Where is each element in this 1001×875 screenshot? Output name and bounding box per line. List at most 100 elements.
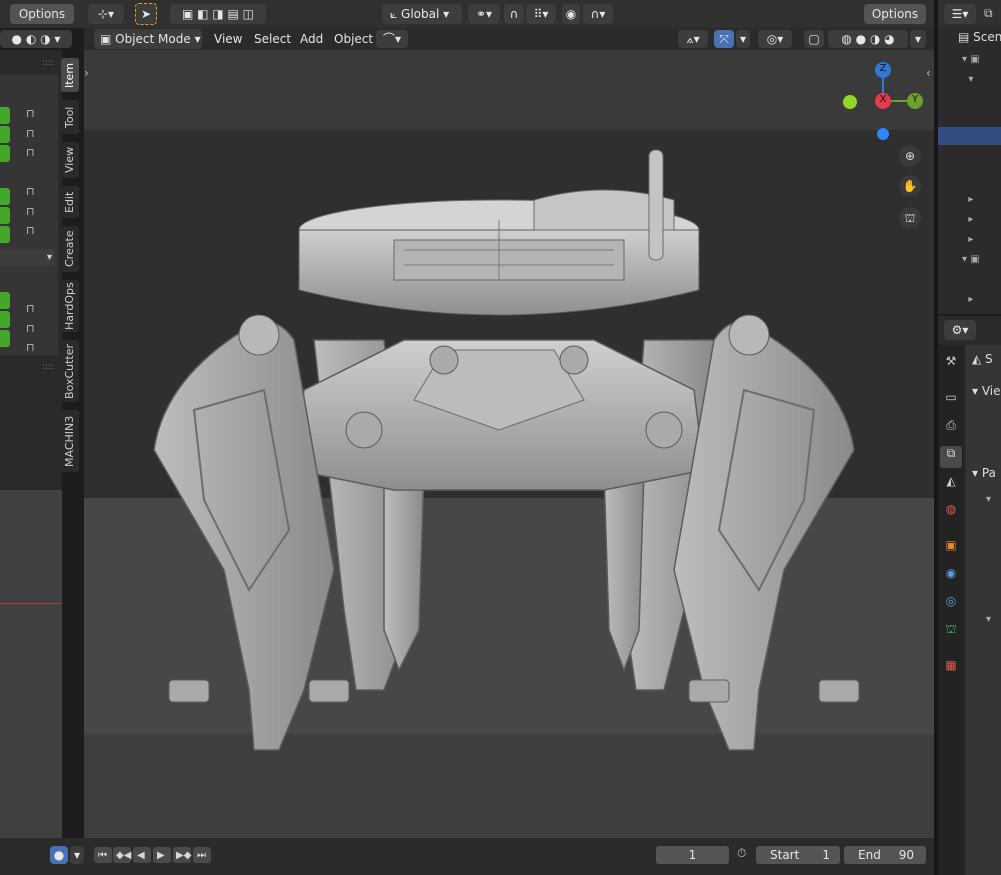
proportional-edit-button[interactable]: ◉ [562,4,580,24]
location-y-field[interactable] [0,126,10,143]
jump-start-button[interactable]: ⏮ [94,847,112,863]
menu-object[interactable]: Object [334,30,373,48]
tab-create[interactable]: Create [61,226,79,272]
list-icon: ☰▾ [951,7,969,21]
snap-target-button[interactable]: ⠿▾ [526,4,556,24]
object-tab-icon[interactable]: ▣ [940,538,962,560]
shading-mode-icons: ◍ ● ◑ ◕ [841,32,895,46]
pan-button[interactable]: ✋ [899,175,921,197]
curve-icon: ⌒▾ [382,32,402,46]
viewport-3d[interactable]: › ‹ Z X Y ⊕ ✋ ⛫ [84,50,934,838]
camera-icon: ⛫ [904,211,916,225]
options-left-button[interactable]: Options [10,4,74,24]
camera-view-button[interactable]: ⛫ [899,207,921,229]
object-data-tab-icon[interactable]: ⛫ [940,622,962,644]
scene-props-icon: ◭ [972,352,986,366]
panel-drag-handle-2[interactable]: :::: [42,362,54,372]
x-axis-line [0,603,62,604]
next-keyframe-button[interactable]: ▶◆ [173,847,191,863]
end-frame-field[interactable]: End 90 [844,846,926,864]
orientation-dropdown[interactable]: ⟀ Global ▾ [382,4,462,24]
orientation-value: Global [401,7,440,21]
gizmo-toggle[interactable]: ⤧ [714,30,734,48]
auto-keying-toggle[interactable]: ● [50,846,68,864]
properties-editor-type[interactable]: ⚙▾ [944,320,976,340]
tab-item[interactable]: Item [61,58,79,92]
tab-view[interactable]: View [61,142,79,178]
gizmo-neg-z-circle[interactable] [877,128,889,140]
section-passes[interactable]: ▾ Pa [972,466,996,480]
zoom-button[interactable]: ⊕ [899,145,921,167]
object-mode-dropdown[interactable]: ▣ Object Mode ▾ [94,29,202,49]
keying-menu[interactable]: ▾ [70,846,84,864]
sidebar-viewport-ground [0,490,62,838]
hand-icon: ✋ [902,179,918,193]
outliner-scene-row[interactable]: ▤ Scen [958,30,1001,44]
transform-pivot-button[interactable]: ⊹▾ [88,4,124,24]
select-tool-button[interactable]: ➤ [135,3,157,25]
select-mode-buttons[interactable]: ▣ ◧ ◨ ▤ ◫ [170,4,266,24]
scene-collection-icon: ▤ [958,30,974,44]
object-mode-label: Object Mode [115,32,191,46]
shading-buttons-left[interactable]: ● ◐ ◑ ▾ [0,30,72,48]
start-frame-field[interactable]: Start 1 [756,846,840,864]
view-transform-button[interactable]: ⟑▾ [678,30,708,48]
texture-tab-icon[interactable]: ▦ [940,658,962,680]
section-view-label: Vie [981,384,1001,398]
jump-end-button[interactable]: ⏭ [193,847,211,863]
viewport-shading-buttons[interactable]: ◍ ● ◑ ◕ [828,30,908,48]
scale-x-field[interactable] [0,292,10,309]
prev-keyframe-button[interactable]: ◆◀ [113,847,131,863]
navigation-gizmo[interactable] [834,60,934,160]
options-right-button[interactable]: Options [864,4,926,24]
properties-row-1-label: S [985,352,993,366]
gizmo-icon: ⤧ [719,32,729,46]
outliner-editor-type[interactable]: ☰▾ [944,4,976,24]
rotation-y-field[interactable] [0,207,10,224]
pivot-point-button[interactable]: ⚭▾ [468,4,500,24]
current-frame-field[interactable]: 1 [656,846,729,864]
world-tab-icon[interactable]: ◍ [940,502,962,524]
object-type-button[interactable]: ⌒▾ [376,30,408,48]
snap-toggle[interactable]: ∩ [504,4,524,24]
modifier-tab-icon[interactable]: ◉ [940,566,962,588]
location-z-field[interactable] [0,145,10,162]
scene-tab-icon[interactable]: ◭ [940,474,962,496]
location-x-field[interactable] [0,107,10,124]
shading-options-button[interactable]: ▾ [910,30,926,48]
menu-view[interactable]: View [214,30,242,48]
physics-tab-icon[interactable]: ◎ [940,594,962,616]
scale-z-field[interactable] [0,330,10,347]
spider-mech-model[interactable] [84,50,934,838]
output-tab-icon[interactable]: ⎙ [940,418,962,440]
object-mode-icon: ▣ [100,32,116,46]
tool-tab-icon[interactable]: ⚒ [940,354,962,376]
tab-tool[interactable]: Tool [61,100,79,134]
tab-machin3[interactable]: MACHIN3 [61,410,79,472]
gizmo-menu[interactable]: ▾ [736,30,750,48]
menu-add[interactable]: Add [300,30,323,48]
panel-drag-handle[interactable]: :::: [42,58,54,68]
gizmo-neg-y-circle[interactable] [843,95,857,109]
stopwatch-icon[interactable]: ⏱ [737,846,746,861]
orientation-icon: ⟀ [390,7,402,21]
outliner-filter-icon[interactable]: ⧉ [984,6,993,21]
scale-y-field[interactable] [0,311,10,328]
rotation-x-field[interactable] [0,188,10,205]
overlay-toggle[interactable]: ◎▾ [758,30,792,48]
play-reverse-icon: ◀ [137,850,145,861]
section-view[interactable]: ▾ Vie [972,384,1001,398]
menu-select[interactable]: Select [254,30,291,48]
tab-boxcutter[interactable]: BoxCutter [61,340,79,402]
view-layer-tab-icon[interactable]: ⧉ [940,446,962,468]
play-reverse-button[interactable]: ◀ [133,847,151,863]
falloff-button[interactable]: ∩▾ [583,4,613,24]
tab-hardops[interactable]: HardOps [61,280,79,332]
pivot-icon: ⊹▾ [97,7,115,21]
xray-toggle[interactable]: ▢ [804,30,824,48]
tab-edit[interactable]: Edit [61,186,79,218]
play-button[interactable]: ▶ [153,847,171,863]
jump-start-icon: ⏮ [98,850,107,861]
rotation-z-field[interactable] [0,226,10,243]
render-tab-icon[interactable]: ▭ [940,390,962,412]
